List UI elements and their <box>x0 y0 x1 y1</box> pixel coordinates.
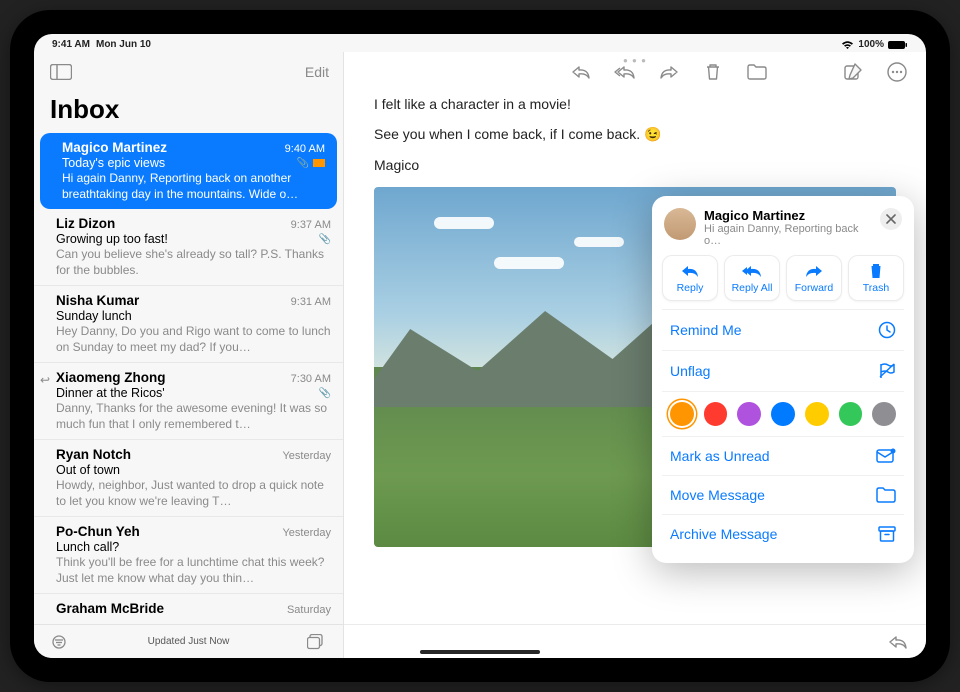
message-item-2[interactable]: Nisha Kumar 9:31 AM Sunday lunch Hey Dann… <box>34 286 343 363</box>
unflag-menu-item[interactable]: Unflag <box>662 350 904 391</box>
archive-message-menu-item[interactable]: Archive Message <box>662 514 904 553</box>
edit-button[interactable]: Edit <box>305 64 329 80</box>
msg-subject: Lunch call? <box>56 540 119 554</box>
trash-action-button[interactable]: Trash <box>848 255 904 301</box>
multitask-button[interactable] <box>307 634 327 650</box>
msg-subject: Today's epic views <box>62 156 165 170</box>
popover-preview: Hi again Danny, Reporting back o… <box>704 223 872 247</box>
status-date: Mon Jun 10 <box>96 39 151 50</box>
move-message-menu-item[interactable]: Move Message <box>662 475 904 514</box>
sender-name: Ryan Notch <box>56 447 131 462</box>
status-time: 9:41 AM <box>52 39 90 50</box>
msg-subject: Dinner at the Ricos' <box>56 386 165 400</box>
msg-subject: Growing up too fast! <box>56 232 168 246</box>
quick-reply-button[interactable] <box>888 634 908 650</box>
msg-subject: Sunday lunch <box>56 309 132 323</box>
reply-all-icon <box>727 262 777 280</box>
popover-sender-name: Magico Martinez <box>704 208 872 223</box>
message-item-6[interactable]: Graham McBride Saturday <box>34 594 343 623</box>
sender-name: Magico Martinez <box>62 140 167 155</box>
body-line-2: See you when I come back, if I come back… <box>374 126 896 143</box>
attachment-icon: 📎 <box>297 158 309 169</box>
msg-time: Saturday <box>287 604 331 616</box>
msg-time: Yesterday <box>282 527 331 539</box>
msg-subject: Out of town <box>56 463 120 477</box>
reply-all-action-button[interactable]: Reply All <box>724 255 780 301</box>
forward-button[interactable] <box>658 61 680 83</box>
msg-preview: Think you'll be free for a lunchtime cha… <box>56 555 331 586</box>
flag-color-row <box>662 391 904 436</box>
message-item-1[interactable]: Liz Dizon 9:37 AM Growing up too fast! 📎 C… <box>34 209 343 286</box>
multitask-handle-icon[interactable]: ● ● ● <box>623 56 647 60</box>
message-item-0[interactable]: Magico Martinez 9:40 AM Today's epic view… <box>40 133 337 209</box>
battery-percent: 100% <box>858 39 884 50</box>
wink-emoji-icon: 😉 <box>644 126 661 142</box>
reply-icon <box>665 262 715 280</box>
remind-me-menu-item[interactable]: Remind Me <box>662 309 904 350</box>
sender-name: Xiaomeng Zhong <box>56 370 166 385</box>
folder-button[interactable] <box>746 61 768 83</box>
flag-color-purple[interactable] <box>737 402 761 426</box>
clock-icon <box>878 321 896 339</box>
msg-preview: Danny, Thanks for the awesome evening! I… <box>56 401 331 432</box>
msg-time: Yesterday <box>282 450 331 462</box>
flag-color-gray[interactable] <box>872 402 896 426</box>
reply-button[interactable] <box>570 61 592 83</box>
trash-button[interactable] <box>702 61 724 83</box>
body-line-1: I felt like a character in a movie! <box>374 96 896 112</box>
flag-icon <box>313 159 325 167</box>
message-item-4[interactable]: Ryan Notch Yesterday Out of town Howdy, n… <box>34 440 343 517</box>
filter-button[interactable] <box>50 635 70 649</box>
msg-preview: Howdy, neighbor, Just wanted to drop a q… <box>56 478 331 509</box>
battery-icon <box>888 40 908 50</box>
flag-color-orange[interactable] <box>670 402 694 426</box>
sidebar-toggle-button[interactable] <box>48 61 74 83</box>
archive-icon <box>878 526 896 542</box>
flag-color-red[interactable] <box>704 402 728 426</box>
msg-preview: Can you believe she's already so tall? P… <box>56 247 331 278</box>
more-button[interactable] <box>886 61 908 83</box>
msg-preview: Hey Danny, Do you and Rigo want to come … <box>56 324 331 355</box>
msg-time: 9:40 AM <box>285 143 325 155</box>
sender-name: Liz Dizon <box>56 216 115 231</box>
msg-preview: Hi again Danny, Reporting back on anothe… <box>62 171 325 202</box>
forward-icon <box>789 262 839 280</box>
message-list: Magico Martinez 9:40 AM Today's epic view… <box>34 133 343 624</box>
attachment-icon: 📎 <box>319 234 331 245</box>
message-actions-popover: Magico Martinez Hi again Danny, Reportin… <box>652 196 914 563</box>
inbox-sidebar: Edit Inbox Magico Martinez 9:40 AM Today'… <box>34 52 344 658</box>
trash-icon <box>851 262 901 280</box>
flag-color-yellow[interactable] <box>805 402 829 426</box>
forward-action-button[interactable]: Forward <box>786 255 842 301</box>
msg-time: 9:37 AM <box>291 219 331 231</box>
sender-name: Graham McBride <box>56 601 164 616</box>
envelope-icon <box>876 448 896 464</box>
reply-action-button[interactable]: Reply <box>662 255 718 301</box>
message-item-3[interactable]: ↩︎ Xiaomeng Zhong 7:30 AM Dinner at the R… <box>34 363 343 440</box>
attachment-icon: 📎 <box>319 388 331 399</box>
sender-name: Po-Chun Yeh <box>56 524 140 539</box>
message-item-5[interactable]: Po-Chun Yeh Yesterday Lunch call? Think y… <box>34 517 343 594</box>
msg-time: 9:31 AM <box>291 296 331 308</box>
home-indicator[interactable] <box>420 650 540 654</box>
replied-icon: ↩︎ <box>40 373 50 387</box>
folder-icon <box>876 487 896 503</box>
close-button[interactable] <box>880 208 902 230</box>
wifi-icon <box>841 40 854 50</box>
status-bar: 9:41 AM Mon Jun 10 100% <box>34 34 926 52</box>
email-content-pane: ● ● ● I felt like a character in a movie… <box>344 52 926 658</box>
sender-name: Nisha Kumar <box>56 293 139 308</box>
flag-color-blue[interactable] <box>771 402 795 426</box>
mark-unread-menu-item[interactable]: Mark as Unread <box>662 436 904 475</box>
unflag-icon <box>878 362 896 380</box>
sender-avatar[interactable] <box>664 208 696 240</box>
inbox-title: Inbox <box>34 92 343 133</box>
compose-button[interactable] <box>842 61 864 83</box>
signature: Magico <box>374 157 896 173</box>
flag-color-green[interactable] <box>839 402 863 426</box>
msg-time: 7:30 AM <box>291 373 331 385</box>
updated-label: Updated Just Now <box>70 636 307 647</box>
